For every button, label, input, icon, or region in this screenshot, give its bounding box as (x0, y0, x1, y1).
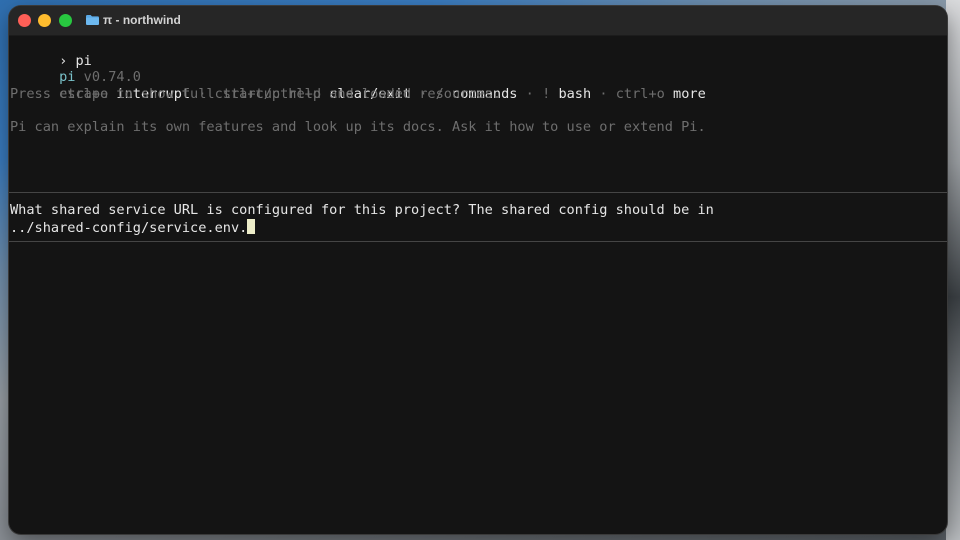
shortcut-key: ctrl+o (615, 85, 665, 102)
input-bottom-divider (9, 241, 947, 242)
shortcut-separator: · (591, 85, 616, 102)
input-line-2-text: ../shared-config/service.env. (10, 219, 248, 236)
shortcut-action: more (673, 85, 706, 102)
input-line-1: What shared service URL is configured fo… (10, 202, 714, 218)
text-cursor (247, 218, 256, 234)
shortcut-action: bash (558, 85, 592, 102)
minimize-button[interactable] (38, 14, 51, 27)
title-bar[interactable]: π - northwind (9, 6, 947, 36)
folder-icon (86, 15, 99, 25)
close-button[interactable] (18, 14, 31, 27)
help-hint: Press ctrl+o to show full startup help a… (10, 85, 502, 102)
zoom-button[interactable] (59, 14, 72, 27)
input-top-divider (9, 192, 947, 193)
shortcut-separator: · (517, 85, 543, 102)
terminal-window: π - northwind › pi pi v0.74.0 escape int… (9, 6, 947, 534)
info-text: Pi can explain its own features and look… (10, 118, 706, 135)
desktop-wallpaper-edge (946, 0, 960, 540)
shortcut-key: ! (542, 85, 551, 102)
input-line-2: ../shared-config/service.env. (10, 218, 256, 237)
window-title: π - northwind (103, 13, 181, 27)
